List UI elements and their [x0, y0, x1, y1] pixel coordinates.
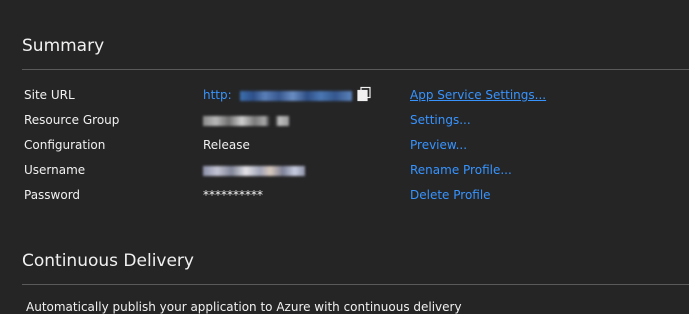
rename-profile-link[interactable]: Rename Profile... — [410, 163, 512, 177]
site-url-label: Site URL — [24, 88, 75, 102]
username-label: Username — [24, 163, 86, 177]
continuous-delivery-heading: Continuous Delivery — [22, 251, 194, 271]
resource-group-label: Resource Group — [24, 113, 120, 127]
configuration-label: Configuration — [24, 138, 106, 152]
settings-link[interactable]: Settings... — [410, 113, 471, 127]
resource-group-value — [203, 113, 289, 127]
continuous-delivery-description: Automatically publish your application t… — [26, 300, 462, 314]
summary-divider — [22, 69, 689, 70]
username-redacted — [203, 165, 305, 176]
copy-icon[interactable] — [356, 86, 372, 102]
app-service-settings-link[interactable]: App Service Settings... — [410, 88, 546, 102]
resource-group-redacted — [203, 115, 289, 126]
continuous-delivery-divider — [22, 284, 689, 285]
delete-profile-link[interactable]: Delete Profile — [410, 188, 491, 202]
username-value — [203, 163, 305, 177]
summary-heading: Summary — [22, 36, 105, 56]
configuration-value: Release — [203, 138, 250, 152]
password-label: Password — [24, 188, 81, 202]
password-value: ********** — [203, 188, 263, 202]
site-url-link[interactable]: http: — [203, 88, 232, 102]
site-url-value[interactable]: http: . — [203, 88, 363, 102]
site-url-redacted — [239, 90, 352, 101]
preview-link[interactable]: Preview... — [410, 138, 467, 152]
